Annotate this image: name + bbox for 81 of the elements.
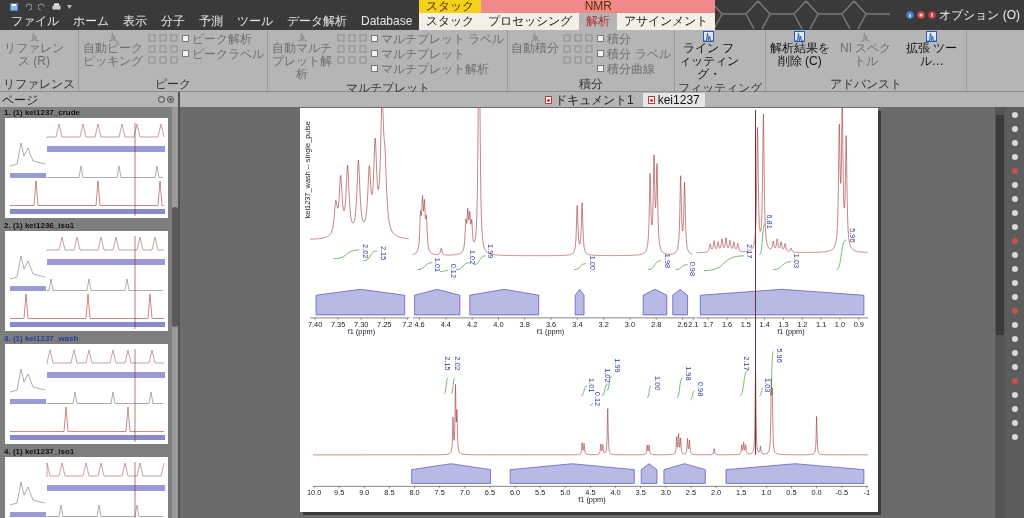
integral-curve <box>676 377 683 399</box>
integral-curve <box>769 351 774 397</box>
scrollbar[interactable] <box>172 107 178 518</box>
integral-curve <box>690 390 695 400</box>
ribbon-tab[interactable]: スタック <box>419 13 482 30</box>
scrollbar[interactable] <box>995 107 1005 518</box>
checkbox-label: ピークラベル <box>192 46 264 61</box>
error-icon[interactable] <box>928 11 937 19</box>
checkbox-label: ピーク解析 <box>192 31 252 46</box>
integral-curve <box>772 261 792 270</box>
panel-title: ページ <box>2 92 38 107</box>
save-icon[interactable] <box>10 2 18 11</box>
menu-tab[interactable]: データ解析 <box>280 13 354 30</box>
integral-curve <box>333 249 360 260</box>
peak-labels-drawing <box>642 289 668 316</box>
integral-curve <box>417 262 433 270</box>
alert-icon[interactable] <box>917 11 926 19</box>
peak-labels-drawing <box>414 289 461 316</box>
group-label: 積分 <box>578 77 604 91</box>
print-icon[interactable] <box>52 2 61 11</box>
ribbon-button[interactable]: 拡張 ツール… <box>900 31 963 68</box>
integral-curve <box>646 385 652 399</box>
integral-curve <box>580 385 588 397</box>
ribbon-tab[interactable]: プロセッシング <box>481 13 580 30</box>
close-icon[interactable] <box>167 96 174 103</box>
integral-curve <box>647 260 662 270</box>
options-menu[interactable]: オプション (O) <box>939 8 1020 22</box>
spectrum-thumbnail[interactable] <box>5 231 168 331</box>
spectrum-thumbnail[interactable] <box>5 118 168 218</box>
menu-tab[interactable]: ホーム <box>66 13 116 30</box>
redo-icon[interactable] <box>38 2 46 11</box>
integral-curve <box>739 370 748 397</box>
caret-icon[interactable] <box>67 4 72 9</box>
menu-tab[interactable]: ツール <box>230 13 280 30</box>
menu-tab[interactable]: ファイル <box>4 13 66 30</box>
document-icon <box>545 96 552 104</box>
menu-tab[interactable]: 予測 <box>192 13 230 30</box>
checkbox-label: 積分 ラベル <box>607 46 671 61</box>
ribbon-button[interactable]: 解析結果を削除 (C) <box>768 31 831 68</box>
menu-tab[interactable]: 表示 <box>116 13 154 30</box>
checkbox-label: マルチプレット解析 <box>381 61 489 76</box>
settings-icon[interactable] <box>158 96 165 103</box>
integral-curve <box>455 262 471 270</box>
checkbox-label: 積分 <box>607 31 632 46</box>
checkbox-label: マルチプレット ラベル <box>381 31 505 46</box>
context-group-header: スタック <box>419 0 482 13</box>
integral-curve <box>675 264 688 270</box>
menu-tab[interactable]: 分子 <box>154 13 192 30</box>
context-group-header: NMR <box>481 0 716 13</box>
integral-curve <box>573 263 587 270</box>
spectrum-thumbnail[interactable] <box>5 344 168 444</box>
ribbon-tab[interactable]: アサインメント <box>617 13 716 30</box>
document-icon <box>647 96 655 104</box>
integral-curve <box>759 387 764 397</box>
undo-icon[interactable] <box>24 2 32 11</box>
page-title[interactable]: 4. (1) kei1237_iso1 <box>0 446 172 457</box>
peak-labels-drawing <box>640 463 658 484</box>
peak-labels-drawing <box>663 463 706 484</box>
spectrum-tool-icon <box>794 31 806 42</box>
document-tab[interactable]: kei1237 <box>642 93 705 107</box>
group-label: ピーク <box>154 77 192 91</box>
group-label: アドバンスト <box>828 77 903 91</box>
peak-labels-drawing <box>672 289 688 316</box>
spectrum-tool-icon <box>926 31 938 42</box>
integral-curve <box>759 222 766 256</box>
page-title[interactable]: 2. (1) kei1236_iso1 <box>0 220 172 231</box>
integral-curve <box>473 255 486 265</box>
page-title[interactable]: 1. (1) kei1237_crude <box>0 107 172 118</box>
spectrum-tool-icon <box>703 31 715 42</box>
checkbox-label: マルチプレット <box>381 46 465 61</box>
document-tab[interactable]: ドキュメント1 <box>540 93 639 107</box>
ribbon-button[interactable]: ライン フィッティング・ <box>677 31 740 81</box>
peak-labels-drawing <box>574 289 585 316</box>
menu-tab[interactable]: Database <box>354 13 420 30</box>
group-label: リファレンス <box>3 77 75 91</box>
checkbox-label: 積分曲線 <box>607 61 656 76</box>
peak-labels-drawing <box>469 289 540 316</box>
integral-curve <box>703 255 745 271</box>
integral-curve <box>589 403 594 406</box>
info-icon[interactable] <box>906 11 915 19</box>
integral-curve <box>836 239 847 270</box>
